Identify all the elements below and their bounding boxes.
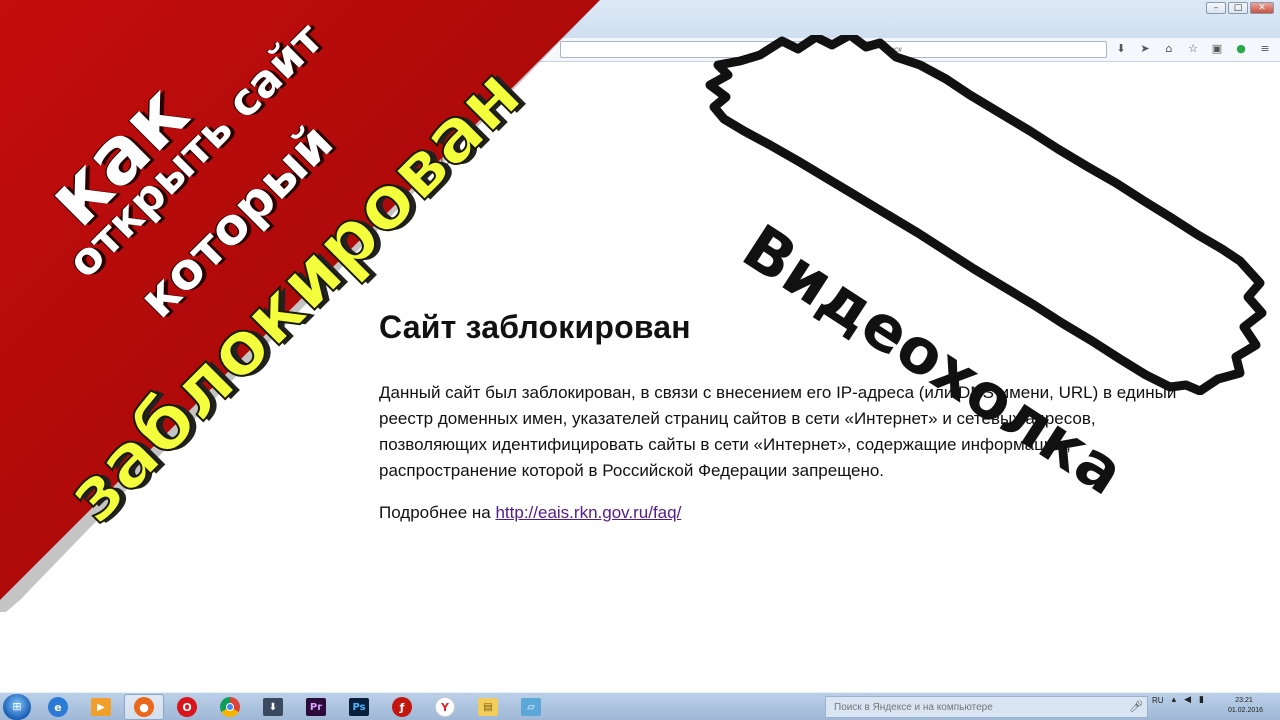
taskbar-search[interactable]: 🎤︎ [825,696,1148,718]
firefox-icon[interactable]: ● [124,694,164,720]
sticker-badge [705,35,1267,395]
language-indicator[interactable]: RU [1152,696,1164,705]
taskbar: ⊞ e ▶ ● O ⬇ Pr Ps ƒ Y ▤ ▱ 🎤︎ RU ▴ ◀︎ ▮ 2… [0,692,1280,720]
filezilla-icon[interactable]: ƒ [382,694,422,720]
start-button[interactable]: ⊞ [3,694,31,720]
tray-arrow-icon[interactable]: ▴ [1172,695,1177,705]
photoshop-icon[interactable]: Ps [339,694,379,720]
microphone-icon[interactable]: 🎤︎ [1129,700,1143,713]
opera-icon[interactable]: O [167,694,207,720]
media-player-icon[interactable]: ▶ [81,694,121,720]
internet-explorer-icon[interactable]: e [38,694,78,720]
volume-icon[interactable]: ◀︎ [1184,695,1191,705]
downloader-icon[interactable]: ⬇ [253,694,293,720]
system-tray: RU ▴ ◀︎ ▮ [1152,695,1204,705]
network-icon[interactable]: ▮ [1199,695,1204,705]
close-button[interactable]: ✕ [1250,2,1274,14]
clock[interactable]: 23:21 01.02.2016 [1228,696,1264,716]
maximize-button[interactable]: □ [1228,2,1248,14]
clock-date: 01.02.2016 [1228,707,1264,714]
screen: – □ ✕ ↻ ⚲ ⬇ ➤ ⌂ ☆ ▣ ● ≡ URL) сетевых ащи… [0,0,1280,720]
yandex-browser-icon[interactable]: Y [425,694,465,720]
virtual-machine-icon[interactable]: ▱ [511,694,551,720]
clock-time: 23:21 [1235,697,1253,704]
taskbar-apps: e ▶ ● O ⬇ Pr Ps ƒ Y ▤ ▱ [38,694,551,720]
banner-text: как открыть сайт который заблокирован [0,0,620,620]
file-explorer-icon[interactable]: ▤ [468,694,508,720]
minimize-button[interactable]: – [1206,2,1226,14]
window-controls: – □ ✕ [1206,2,1274,14]
chrome-icon[interactable] [210,694,250,720]
windows-logo-icon: ⊞ [12,700,22,713]
premiere-icon[interactable]: Pr [296,694,336,720]
taskbar-search-input[interactable] [834,701,1114,713]
